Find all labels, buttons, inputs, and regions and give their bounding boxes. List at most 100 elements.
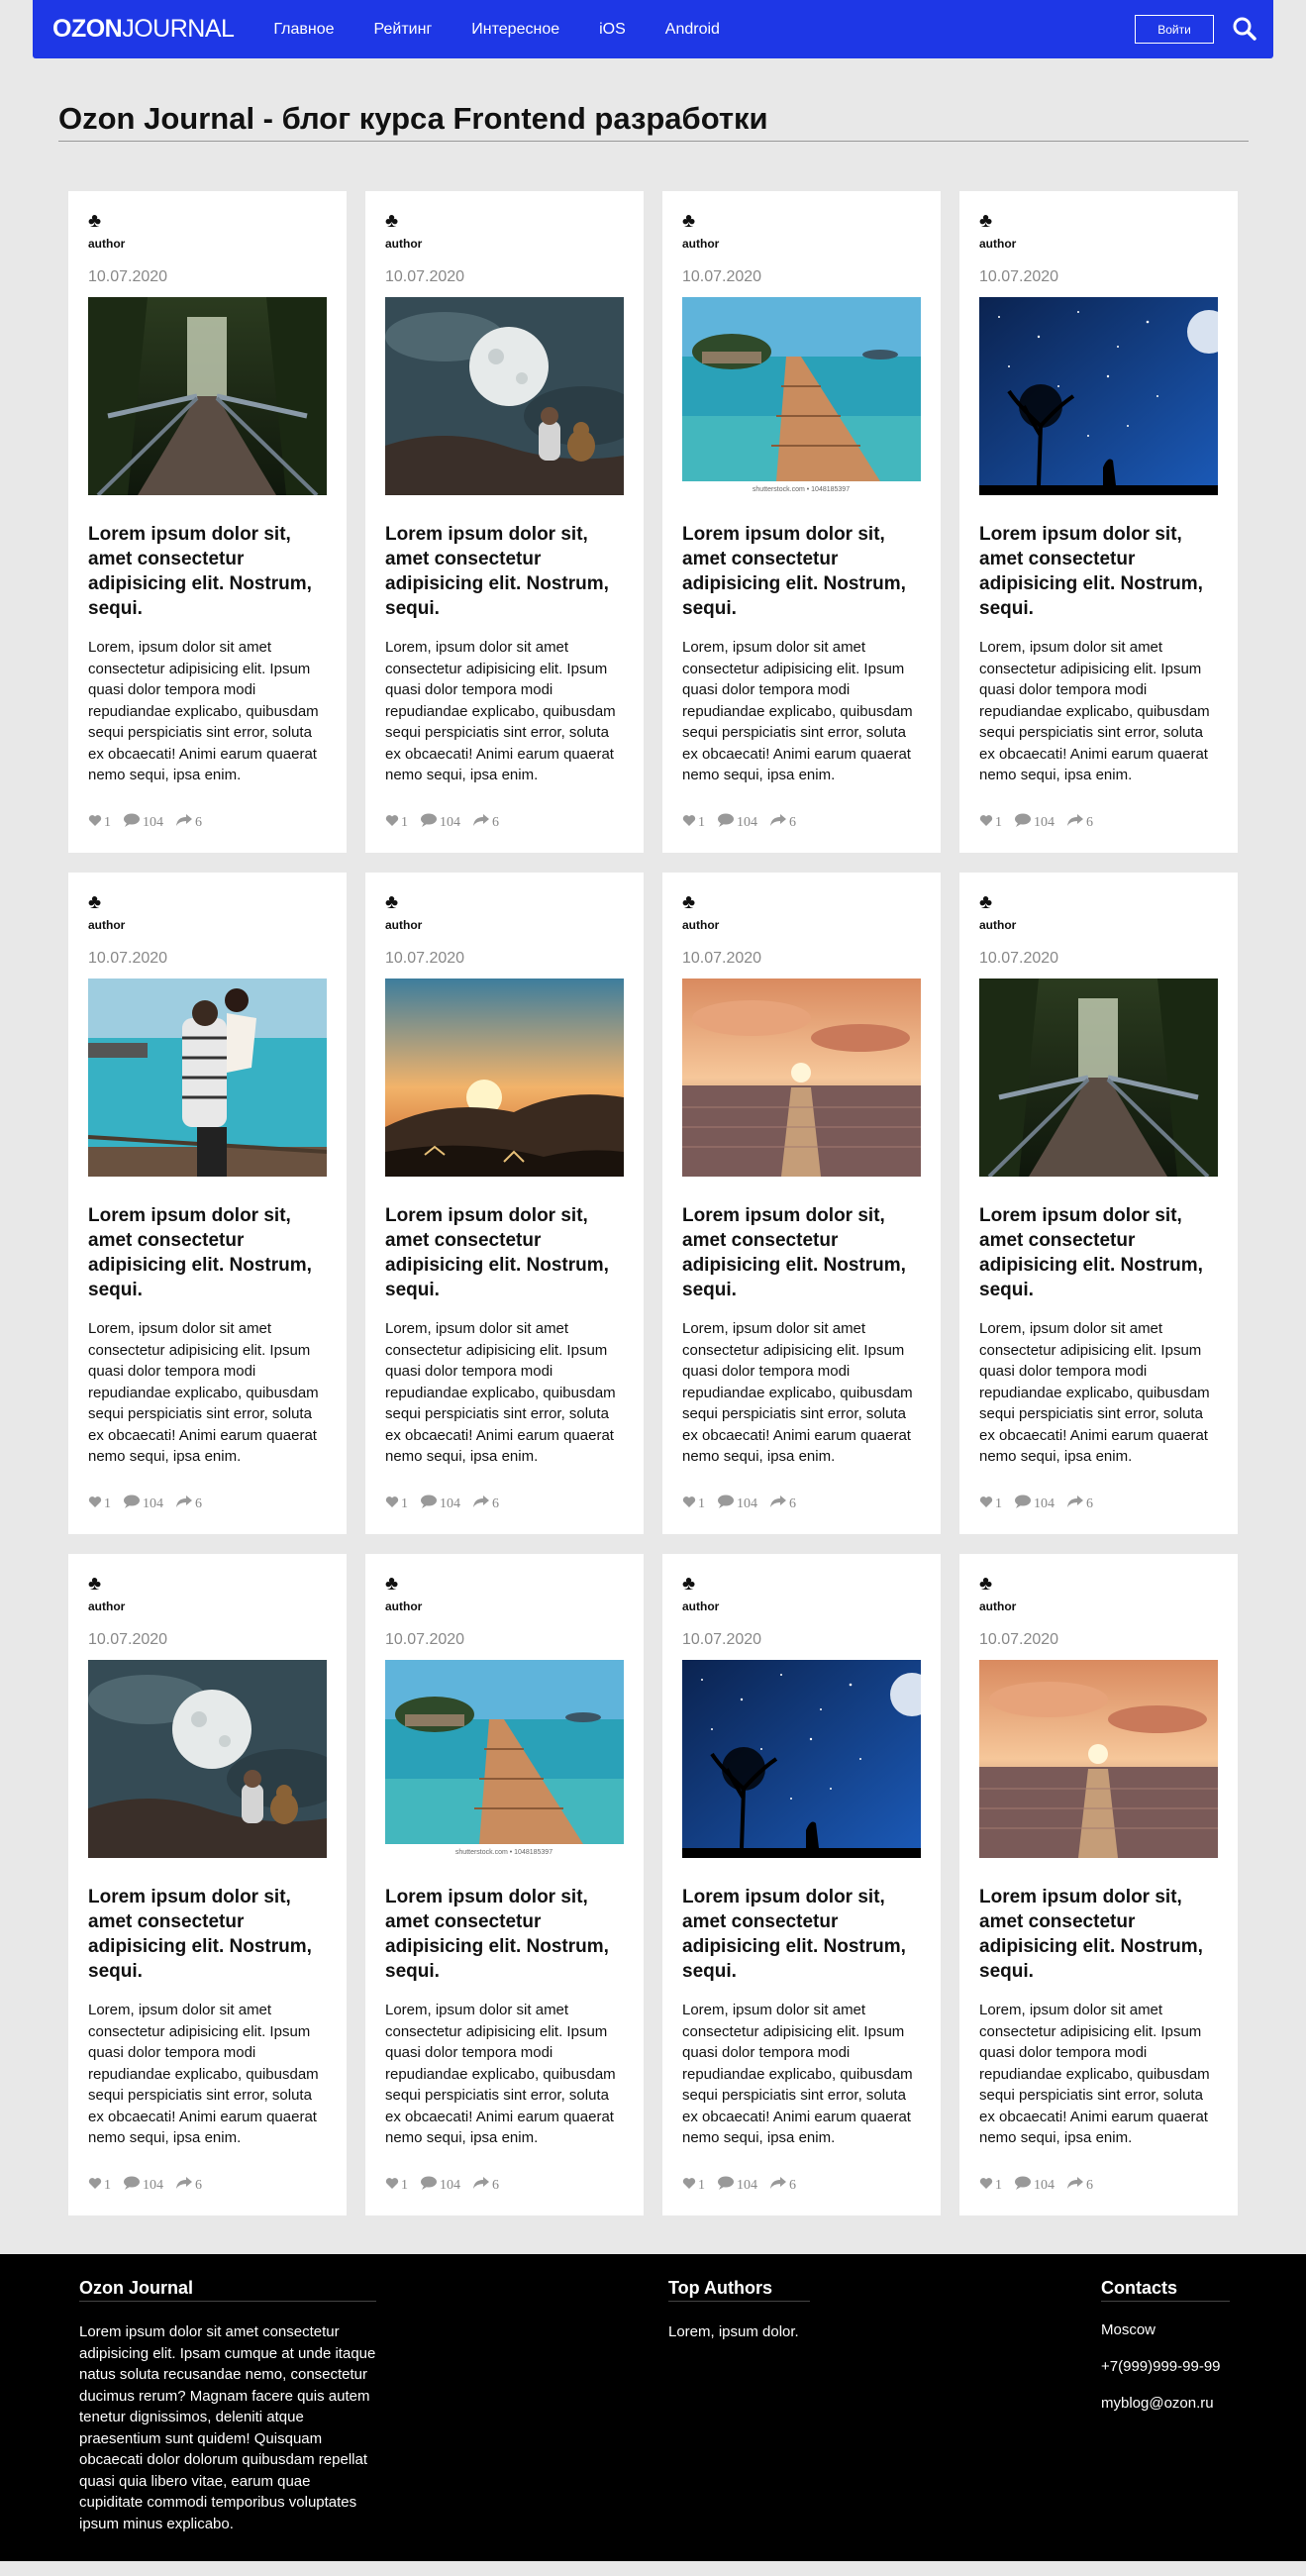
share-button[interactable]: 6: [472, 813, 499, 832]
post-image[interactable]: [682, 979, 921, 1177]
like-button[interactable]: 1: [88, 814, 111, 832]
comment-button[interactable]: 104: [717, 1494, 757, 1513]
like-button[interactable]: 1: [979, 2177, 1002, 2195]
post-title[interactable]: Lorem ipsum dolor sit, amet consectetur …: [88, 522, 327, 621]
post-author[interactable]: author: [979, 237, 1218, 257]
comment-button[interactable]: 104: [420, 1494, 460, 1513]
like-button[interactable]: 1: [88, 2177, 111, 2195]
contact-email[interactable]: myblog@ozon.ru: [1101, 2395, 1230, 2412]
share-button[interactable]: 6: [175, 813, 202, 832]
footer-authors-text[interactable]: Lorem, ipsum dolor.: [668, 2321, 810, 2343]
nav-link-rating[interactable]: Рейтинг: [374, 21, 433, 39]
comment-button[interactable]: 104: [420, 813, 460, 832]
share-button[interactable]: 6: [1066, 1494, 1093, 1513]
share-button[interactable]: 6: [1066, 813, 1093, 832]
post-title[interactable]: Lorem ipsum dolor sit, amet consectetur …: [385, 522, 624, 621]
post-card[interactable]: ♣ author 10.07.2020 Lorem ipsum dolor si…: [68, 873, 347, 1534]
post-author[interactable]: author: [385, 237, 624, 257]
post-title[interactable]: Lorem ipsum dolor sit, amet consectetur …: [385, 1203, 624, 1302]
post-author[interactable]: author: [979, 918, 1218, 938]
like-button[interactable]: 1: [979, 814, 1002, 832]
comment-button[interactable]: 104: [1014, 1494, 1055, 1513]
like-count: 1: [698, 2177, 705, 2193]
comment-button[interactable]: 104: [717, 2176, 757, 2195]
like-button[interactable]: 1: [682, 1495, 705, 1513]
comment-button[interactable]: 104: [717, 813, 757, 832]
like-button[interactable]: 1: [682, 2177, 705, 2195]
share-button[interactable]: 6: [769, 2176, 796, 2195]
post-image[interactable]: [385, 297, 624, 495]
post-author[interactable]: author: [682, 1599, 921, 1619]
share-button[interactable]: 6: [175, 2176, 202, 2195]
post-author[interactable]: author: [682, 918, 921, 938]
post-title[interactable]: Lorem ipsum dolor sit, amet consectetur …: [385, 1885, 624, 1984]
nav-link-interesting[interactable]: Интересное: [471, 21, 559, 39]
search-icon[interactable]: [1232, 16, 1257, 42]
post-card[interactable]: ♣ author 10.07.2020 Lorem ipsum dolor si…: [959, 191, 1238, 853]
post-title[interactable]: Lorem ipsum dolor sit, amet consectetur …: [88, 1885, 327, 1984]
login-button[interactable]: Войти: [1135, 15, 1214, 44]
post-author[interactable]: author: [88, 918, 327, 938]
share-button[interactable]: 6: [769, 1494, 796, 1513]
site-logo[interactable]: OZONJOURNAL: [52, 15, 235, 44]
comment-button[interactable]: 104: [123, 813, 163, 832]
comment-button[interactable]: 104: [123, 1494, 163, 1513]
like-button[interactable]: 1: [385, 814, 408, 832]
post-title[interactable]: Lorem ipsum dolor sit, amet consectetur …: [979, 1885, 1218, 1984]
post-image[interactable]: [979, 297, 1218, 495]
post-image[interactable]: [88, 1660, 327, 1858]
comment-button[interactable]: 104: [1014, 2176, 1055, 2195]
post-title[interactable]: Lorem ipsum dolor sit, amet consectetur …: [682, 1885, 921, 1984]
post-image[interactable]: [682, 1660, 921, 1858]
post-title[interactable]: Lorem ipsum dolor sit, amet consectetur …: [88, 1203, 327, 1302]
share-button[interactable]: 6: [472, 2176, 499, 2195]
comment-button[interactable]: 104: [420, 2176, 460, 2195]
post-image[interactable]: shutterstock.com • 1048185397: [682, 297, 921, 495]
contact-phone[interactable]: +7(999)999-99-99: [1101, 2358, 1230, 2375]
comment-button[interactable]: 104: [1014, 813, 1055, 832]
post-card[interactable]: ♣ author 10.07.2020 Lorem ipsum dolor si…: [959, 1554, 1238, 2215]
comment-button[interactable]: 104: [123, 2176, 163, 2195]
post-author[interactable]: author: [979, 1599, 1218, 1619]
post-author[interactable]: author: [88, 237, 327, 257]
post-title[interactable]: Lorem ipsum dolor sit, amet consectetur …: [682, 1203, 921, 1302]
post-card[interactable]: ♣ author 10.07.2020 Lorem ipsum dolor si…: [662, 873, 941, 1534]
post-card[interactable]: ♣ author 10.07.2020 Lorem ipsum dolor si…: [365, 191, 644, 853]
post-author[interactable]: author: [682, 237, 921, 257]
post-image[interactable]: [385, 979, 624, 1177]
like-button[interactable]: 1: [979, 1495, 1002, 1513]
post-author[interactable]: author: [385, 918, 624, 938]
share-button[interactable]: 6: [769, 813, 796, 832]
post-image[interactable]: [88, 979, 327, 1177]
like-button[interactable]: 1: [88, 1495, 111, 1513]
like-button[interactable]: 1: [385, 2177, 408, 2195]
nav-link-ios[interactable]: iOS: [599, 21, 626, 39]
post-title[interactable]: Lorem ipsum dolor sit, amet consectetur …: [979, 522, 1218, 621]
nav-link-android[interactable]: Android: [665, 21, 720, 39]
share-button[interactable]: 6: [1066, 2176, 1093, 2195]
post-card[interactable]: ♣ author 10.07.2020 Lorem ipsum dolor si…: [662, 1554, 941, 2215]
post-title[interactable]: Lorem ipsum dolor sit, amet consectetur …: [979, 1203, 1218, 1302]
post-date: 10.07.2020: [385, 1631, 465, 1648]
post-card[interactable]: ♣ author 10.07.2020 shutterstock.com • 1…: [365, 1554, 644, 2215]
share-button[interactable]: 6: [175, 1494, 202, 1513]
comment-count: 104: [1034, 814, 1055, 830]
post-image[interactable]: [88, 297, 327, 495]
post-card[interactable]: ♣ author 10.07.2020 shutterstock.com • 1…: [662, 191, 941, 853]
post-card[interactable]: ♣ author 10.07.2020 Lorem ipsum dolor si…: [365, 873, 644, 1534]
post-image[interactable]: shutterstock.com • 1048185397: [385, 1660, 624, 1858]
heart-icon: [979, 2177, 995, 2195]
post-card[interactable]: ♣ author 10.07.2020 Lorem ipsum dolor si…: [68, 1554, 347, 2215]
like-button[interactable]: 1: [385, 1495, 408, 1513]
post-image[interactable]: [979, 979, 1218, 1177]
post-date: 10.07.2020: [385, 268, 465, 285]
post-image[interactable]: [979, 1660, 1218, 1858]
share-button[interactable]: 6: [472, 1494, 499, 1513]
nav-link-main[interactable]: Главное: [273, 21, 334, 39]
like-button[interactable]: 1: [682, 814, 705, 832]
post-author[interactable]: author: [385, 1599, 624, 1619]
post-author[interactable]: author: [88, 1599, 327, 1619]
post-title[interactable]: Lorem ipsum dolor sit, amet consectetur …: [682, 522, 921, 621]
post-card[interactable]: ♣ author 10.07.2020 Lorem ipsum dolor si…: [959, 873, 1238, 1534]
post-card[interactable]: ♣ author 10.07.2020 Lorem ipsum dolor si…: [68, 191, 347, 853]
